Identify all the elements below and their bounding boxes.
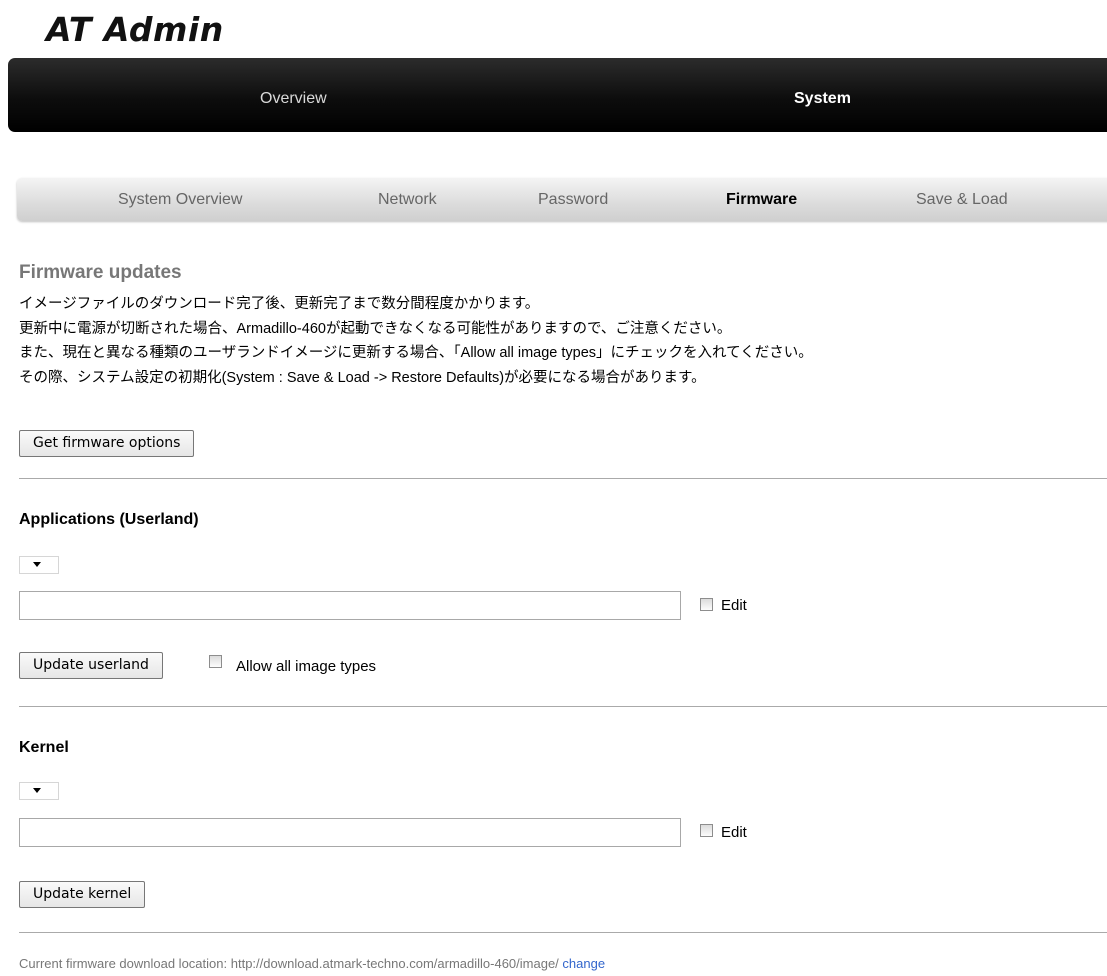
userland-url-input[interactable] — [19, 591, 681, 620]
description-line: その際、システム設定の初期化(System : Save & Load -> R… — [19, 369, 706, 386]
divider — [19, 706, 1107, 707]
divider — [19, 478, 1107, 479]
subtab-save-load[interactable]: Save & Load — [916, 178, 1008, 221]
description-line: また、現在と異なる種類のユーザランドイメージに更新する場合、「Allow all… — [19, 345, 813, 361]
change-link[interactable]: change — [562, 956, 605, 971]
userland-edit-checkbox[interactable] — [700, 598, 713, 611]
subtab-password[interactable]: Password — [538, 178, 608, 221]
update-userland-button[interactable]: Update userland — [19, 652, 163, 679]
tab-system[interactable]: System — [794, 58, 851, 132]
description-line: 更新中に電源が切断された場合、Armadillo-460が起動できなくなる可能性… — [19, 320, 732, 337]
kernel-edit-label: Edit — [721, 824, 747, 841]
kernel-section-title: Kernel — [19, 739, 69, 756]
allow-all-image-types-checkbox[interactable] — [209, 655, 222, 668]
app-title: AT Admin — [46, 10, 224, 49]
download-location-prefix: Current firmware download location: — [19, 956, 228, 971]
subtab-network[interactable]: Network — [378, 178, 437, 221]
firmware-updates-title: Firmware updates — [19, 262, 182, 283]
main-nav: Overview System — [8, 58, 1107, 132]
tab-overview[interactable]: Overview — [260, 58, 327, 132]
subtab-system-overview[interactable]: System Overview — [118, 178, 242, 221]
kernel-edit-checkbox[interactable] — [700, 824, 713, 837]
allow-all-image-types-label: Allow all image types — [236, 658, 377, 675]
kernel-select[interactable] — [19, 782, 59, 800]
userland-section-title: Applications (Userland) — [19, 511, 199, 528]
firmware-description: イメージファイルのダウンロード完了後、更新完了まで数分間程度かかります。 更新中… — [19, 292, 813, 390]
description-line: イメージファイルのダウンロード完了後、更新完了まで数分間程度かかります。 — [19, 296, 540, 312]
download-location: Current firmware download location: http… — [19, 956, 605, 971]
divider — [19, 932, 1107, 933]
download-location-url: http://download.atmark-techno.com/armadi… — [230, 956, 559, 971]
userland-select[interactable] — [19, 556, 59, 574]
subtab-firmware[interactable]: Firmware — [726, 178, 797, 221]
userland-edit-label: Edit — [721, 597, 747, 614]
kernel-url-input[interactable] — [19, 818, 681, 847]
update-kernel-button[interactable]: Update kernel — [19, 881, 146, 908]
get-firmware-options-button[interactable]: Get firmware options — [19, 430, 195, 457]
sub-nav: System Overview Network Password Firmwar… — [17, 178, 1107, 221]
